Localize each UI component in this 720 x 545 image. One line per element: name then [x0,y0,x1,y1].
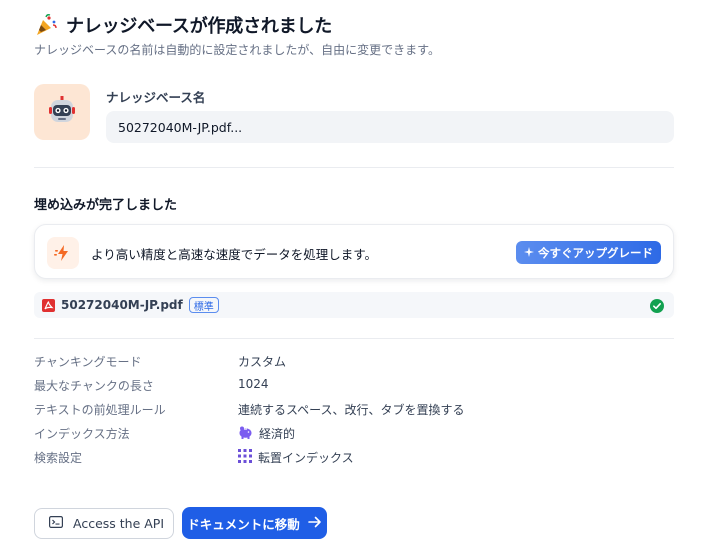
upgrade-button[interactable]: 今すぐアップグレード [516,241,661,264]
go-to-documents-label: ドキュメントに移動 [187,516,300,532]
upgrade-button-label: 今すぐアップグレード [538,245,653,260]
header: ナレッジベースが作成されました ナレッジベースの名前は自動的に設定されましたが、… [34,12,694,58]
property-key: テキストの前処理ルール [34,403,166,417]
arrow-right-icon [307,516,322,531]
file-row: 50272040M-JP.pdf 標準 [34,292,674,318]
knowledge-base-name-section: ナレッジベース名 50272040M-JP.pdf... [34,84,674,144]
knowledge-base-name-label: ナレッジベース名 [106,90,206,105]
property-row: 最大なチャンクの長さ 1024 [34,377,674,401]
sparkle-icon [524,246,534,260]
property-value: 経済的 [238,425,295,442]
terminal-icon [49,516,64,531]
divider [34,338,674,339]
robot-icon [46,94,78,130]
access-api-label: Access the API [73,516,165,531]
property-value-text: 連続するスペース、改行、タブを置換する [238,403,465,417]
lightning-icon [47,237,79,269]
property-value-text: 経済的 [259,427,296,441]
property-row: テキストの前処理ルール 連続するスペース、改行、タブを置換する [34,401,674,425]
grid-icon [238,449,252,466]
page-subtitle: ナレッジベースの名前は自動的に設定されましたが、自由に変更できます。 [34,43,440,57]
access-api-button[interactable]: Access the API [34,508,174,539]
property-value: 転置インデックス [238,449,354,466]
mode-badge: 標準 [188,297,219,313]
embedding-section-title: 埋め込みが完了しました [34,198,178,213]
upgrade-card: より高い精度と高速な速度でデータを処理します。 今すぐアップグレード [34,224,674,279]
knowledge-base-avatar[interactable] [34,84,90,140]
property-row: チャンキングモード カスタム [34,353,674,377]
property-value-text: 転置インデックス [258,451,354,465]
settings-summary: チャンキングモード カスタム 最大なチャンクの長さ 1024 テキストの前処理ル… [34,353,674,473]
party-popper-icon [34,13,58,37]
property-value-text: 1024 [238,377,269,391]
property-key: 検索設定 [34,451,83,465]
pdf-file-icon [42,298,55,312]
property-value: カスタム [238,353,286,370]
property-value-text: カスタム [238,355,287,369]
knowledge-base-name-input[interactable]: 50272040M-JP.pdf... [106,111,674,143]
title-row: ナレッジベースが作成されました [34,12,694,38]
property-key: インデックス方法 [34,427,130,441]
piggy-bank-icon [238,426,253,442]
property-value: 1024 [238,377,269,391]
property-value: 連続するスペース、改行、タブを置換する [238,401,465,418]
page-title: ナレッジベースが作成されました [66,16,333,37]
property-row: 検索設定 転置インデックス [34,449,674,473]
upgrade-description: より高い精度と高速な速度でデータを処理します。 [91,247,378,262]
file-name: 50272040M-JP.pdf [61,298,183,312]
property-key: 最大なチャンクの長さ [34,379,154,393]
divider [34,167,674,168]
check-circle-icon [650,298,664,313]
go-to-documents-button[interactable]: ドキュメントに移動 [182,507,327,539]
property-key: チャンキングモード [34,355,142,369]
property-row: インデックス方法 経済的 [34,425,674,449]
